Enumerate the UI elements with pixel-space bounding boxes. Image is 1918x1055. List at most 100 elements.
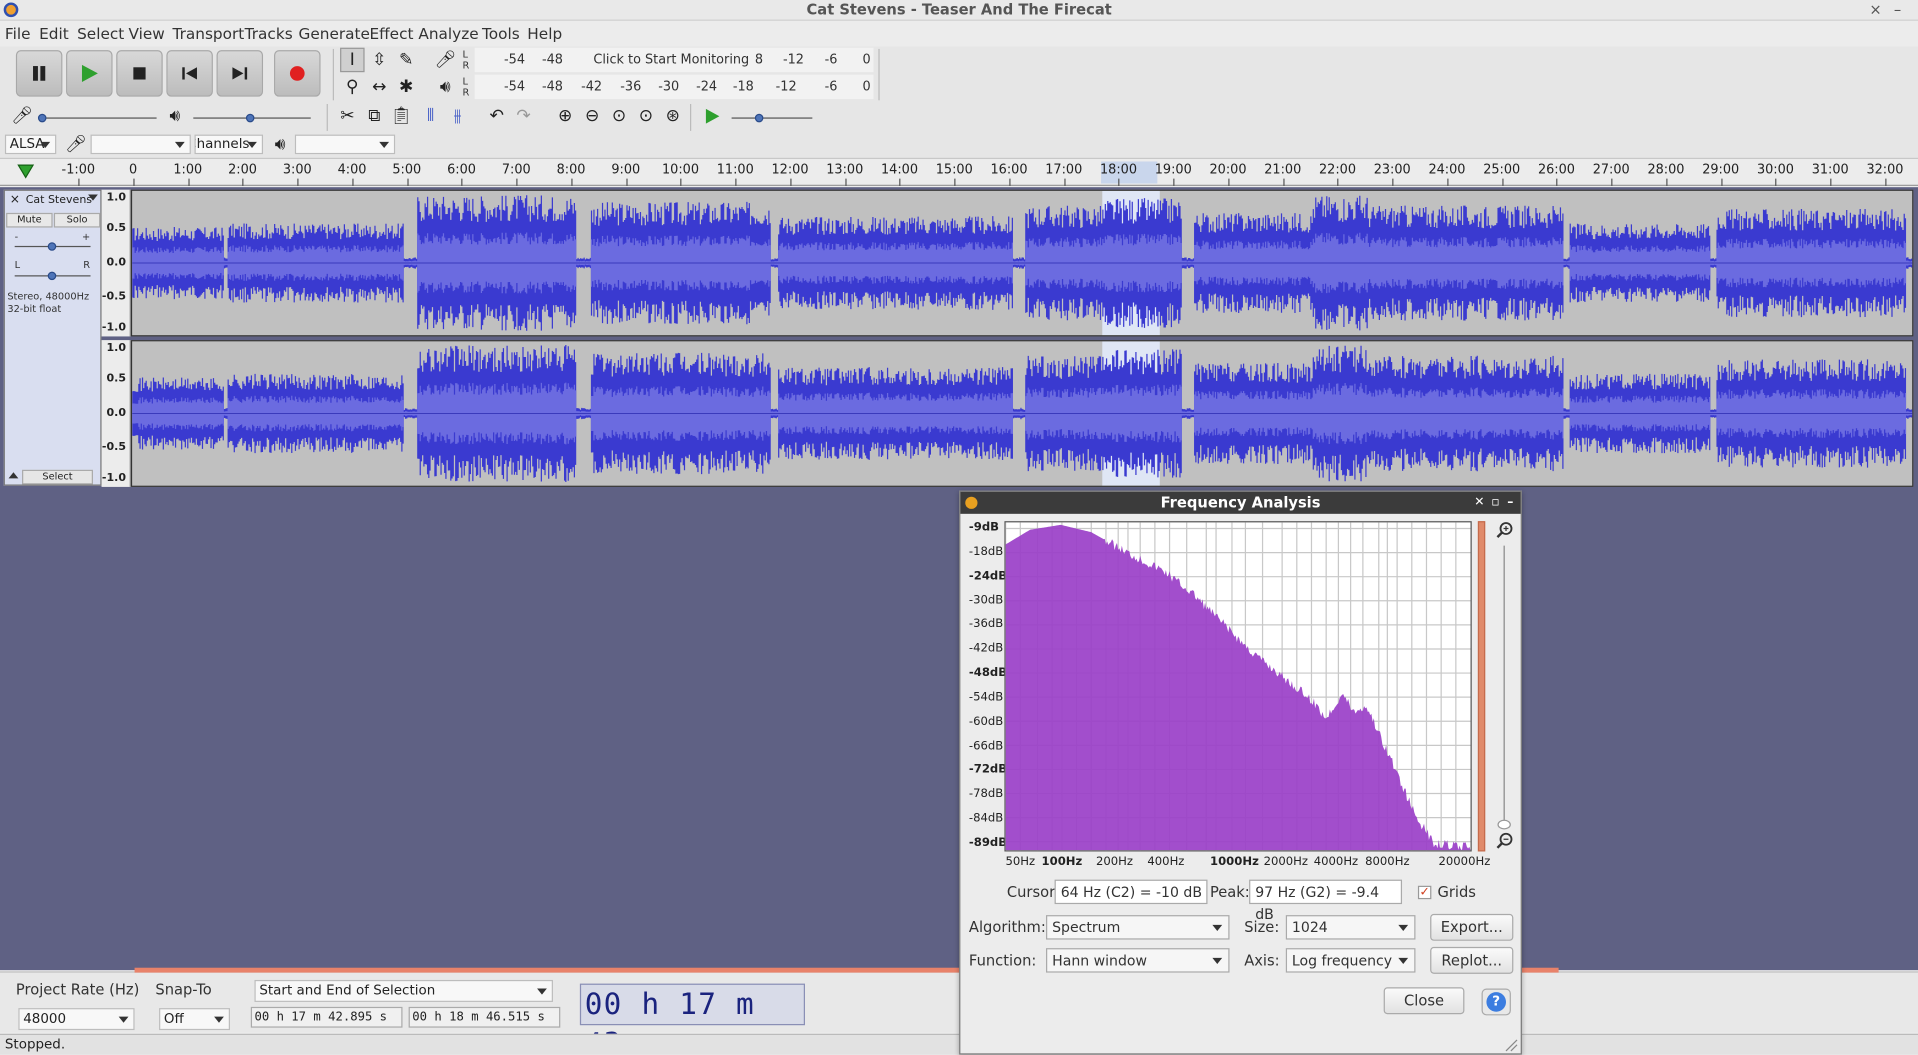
trim-audio-icon[interactable]: ⫴ <box>418 104 442 128</box>
export-button[interactable]: Export... <box>1430 913 1514 941</box>
minimize-window-icon[interactable]: – <box>1894 1 1901 18</box>
paste-icon[interactable]: 📋︎ <box>389 104 413 128</box>
play-speed-thumb[interactable] <box>754 113 764 123</box>
ruler-tick-label: 28:00 <box>1647 162 1685 178</box>
fit-project-icon[interactable]: ⊙ <box>634 104 658 128</box>
skip-to-start-button[interactable] <box>166 50 213 97</box>
meter-tick: -54 <box>504 79 526 95</box>
recording-device-combo[interactable] <box>90 134 191 155</box>
collapse-track-icon[interactable] <box>8 472 19 479</box>
menu-transport[interactable]: Transport <box>172 24 244 42</box>
playback-device-combo[interactable] <box>294 134 396 155</box>
solo-button[interactable]: Solo <box>53 212 101 228</box>
draw-tool-icon[interactable]: ✎ <box>394 48 418 72</box>
waveform-left-channel[interactable] <box>130 189 1914 337</box>
audio-host-combo[interactable]: ALSA <box>4 134 57 155</box>
zoom-slider-thumb[interactable] <box>1497 819 1511 830</box>
snap-to-combo[interactable]: Off <box>159 1008 230 1031</box>
meter-lr-label: LR <box>462 75 470 98</box>
dialog-maximize-icon[interactable]: ▫ <box>1491 492 1499 514</box>
selection-tool-icon[interactable]: I <box>340 47 365 73</box>
menu-edit[interactable]: Edit <box>39 24 69 42</box>
menu-tools[interactable]: Tools <box>482 24 520 42</box>
fit-selection-icon[interactable]: ⊙ <box>607 104 631 128</box>
recording-channels-combo[interactable]: Channels <box>194 134 264 155</box>
timeline-play-head-icon[interactable] <box>17 163 35 180</box>
select-track-button[interactable]: Select <box>22 469 93 485</box>
help-button[interactable]: ? <box>1481 988 1511 1016</box>
menu-analyze[interactable]: Analyze <box>418 24 478 42</box>
play-at-speed-button[interactable] <box>700 104 724 128</box>
click-to-start-monitoring[interactable]: Click to Start Monitoring <box>593 53 749 68</box>
amp-tick: 0.0 <box>106 256 127 270</box>
timeshift-tool-icon[interactable]: ↔ <box>367 75 391 99</box>
replot-button[interactable]: Replot... <box>1430 946 1514 974</box>
menu-view[interactable]: View <box>128 24 164 42</box>
zoom-in-magnifier-icon[interactable] <box>1496 521 1513 543</box>
resize-grip-icon[interactable] <box>1504 1037 1519 1052</box>
selection-start-time[interactable]: 00 h 17 m 42.895 s <box>250 1006 403 1028</box>
pause-button[interactable] <box>15 50 63 97</box>
dialog-close-icon[interactable]: ✕ <box>1474 492 1484 514</box>
skip-to-end-button[interactable] <box>216 50 264 97</box>
close-button[interactable]: Close <box>1383 987 1465 1015</box>
recording-volume-slider[interactable] <box>39 117 157 119</box>
algorithm-combo[interactable]: Spectrum <box>1046 915 1230 940</box>
recording-volume-thumb[interactable] <box>37 113 47 123</box>
vertical-zoom-slider[interactable] <box>1477 521 1486 852</box>
playback-volume-thumb[interactable] <box>245 113 255 123</box>
function-combo[interactable]: Hann window <box>1046 948 1230 973</box>
zoom-slider-track[interactable] <box>1503 545 1505 823</box>
track-gain-thumb[interactable] <box>47 242 57 251</box>
timeline-ruler[interactable]: -1:00 0 1:00 2:00 3:00 4:00 5:00 6:00 7:00 8:00 9:… <box>0 159 1918 186</box>
close-window-icon[interactable]: × <box>1869 1 1881 18</box>
stop-button[interactable] <box>116 50 163 97</box>
mute-button[interactable]: Mute <box>6 212 53 228</box>
envelope-tool-icon[interactable]: ⇳ <box>367 48 391 72</box>
db-axis-label: -84dB <box>968 811 1004 826</box>
zoom-out-magnifier-icon[interactable] <box>1496 832 1513 854</box>
menu-select[interactable]: Select <box>77 24 124 42</box>
redo-icon[interactable]: ↷ <box>511 104 535 128</box>
menu-effect[interactable]: Effect <box>369 24 413 42</box>
selection-end-time[interactable]: 00 h 18 m 46.515 s <box>408 1006 561 1028</box>
playback-meter-speaker-icon[interactable]: 🔊︎ <box>433 75 457 99</box>
menu-generate[interactable]: Generate <box>299 24 370 42</box>
zoom-out-icon[interactable]: ⊖ <box>580 104 604 128</box>
playback-meter[interactable]: -54 -48 -42 -36 -30 -24 -18 -12 -6 0 <box>474 74 874 100</box>
project-rate-combo[interactable]: 48000 <box>18 1008 135 1031</box>
close-track-icon[interactable]: × <box>10 193 20 206</box>
menu-file[interactable]: File <box>5 24 31 42</box>
cut-icon[interactable]: ✂ <box>335 104 359 128</box>
spectrum-plot[interactable] <box>1004 521 1472 852</box>
track-pan-thumb[interactable] <box>47 271 57 281</box>
toolbar-separator <box>689 103 692 131</box>
project-rate-label: Project Rate (Hz) <box>15 981 140 999</box>
track-name[interactable]: Cat Stevens <box>26 195 92 207</box>
play-speed-slider[interactable] <box>731 117 813 119</box>
grids-checkbox[interactable]: ✓ <box>1417 885 1432 900</box>
silence-audio-icon[interactable]: ⫵ <box>445 104 469 128</box>
track-menu-dropdown-icon[interactable] <box>88 194 98 201</box>
copy-icon[interactable]: ⧉ <box>362 104 386 128</box>
meter-tick: -36 <box>620 79 642 95</box>
zoom-tool-icon[interactable]: ⚲ <box>340 75 364 99</box>
menu-tracks[interactable]: Tracks <box>245 24 293 42</box>
audio-position-display[interactable]: 00 h 17 m 43 s <box>579 983 805 1055</box>
dialog-minimize-icon[interactable]: – <box>1507 492 1513 514</box>
multi-tool-icon[interactable]: ✱ <box>394 75 418 99</box>
zoom-in-icon[interactable]: ⊕ <box>553 104 577 128</box>
record-meter[interactable]: -54 -48 Click to Start Monitoring 8 -12 … <box>474 47 874 73</box>
ruler-tick-line <box>1501 178 1503 186</box>
menu-help[interactable]: Help <box>527 24 562 42</box>
record-meter-mic-icon[interactable]: 🎤︎ <box>433 48 457 72</box>
ruler-tick-label: 24:00 <box>1428 162 1466 178</box>
waveform-right-channel[interactable] <box>130 340 1914 487</box>
selection-mode-combo[interactable]: Start and End of Selection <box>254 979 553 1002</box>
zoom-toggle-icon[interactable]: ⊛ <box>661 104 685 128</box>
undo-icon[interactable]: ↶ <box>484 104 508 128</box>
size-combo[interactable]: 1024 <box>1285 915 1416 940</box>
axis-combo[interactable]: Log frequency <box>1285 948 1416 973</box>
play-button[interactable] <box>66 50 113 97</box>
record-button[interactable] <box>274 50 321 97</box>
